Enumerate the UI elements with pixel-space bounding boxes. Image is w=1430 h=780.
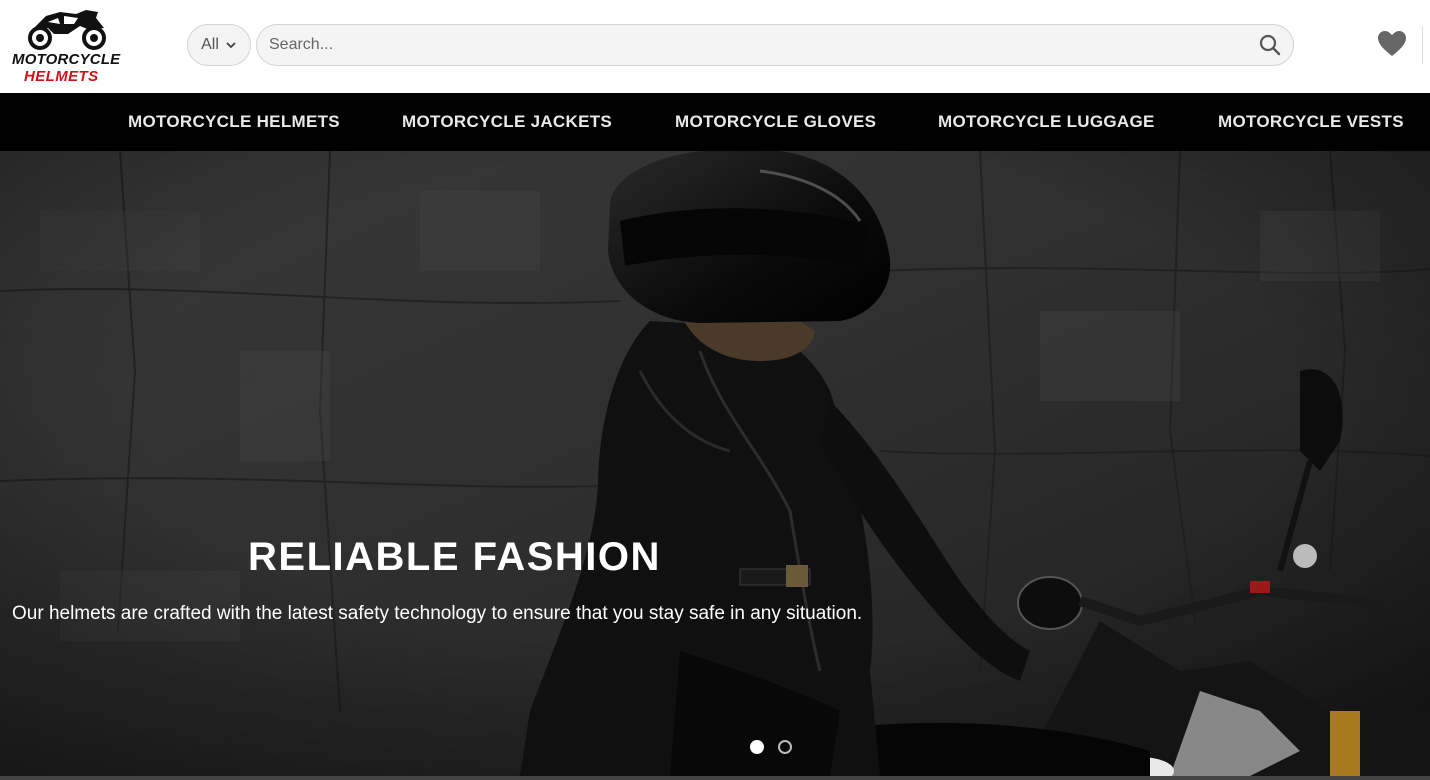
slide-dot-2[interactable] [778, 740, 792, 754]
logo-subtitle: HELMETS [24, 68, 99, 85]
search-icon[interactable] [1259, 34, 1281, 56]
main-nav: MOTORCYCLE HELMETS MOTORCYCLE JACKETS MO… [0, 93, 1430, 151]
heart-icon[interactable] [1378, 31, 1406, 57]
motorcycle-icon [28, 10, 106, 50]
nav-item-vests[interactable]: MOTORCYCLE VESTS [1218, 93, 1404, 151]
site-header: MOTORCYCLE HELMETS All [0, 0, 1430, 93]
nav-item-luggage[interactable]: MOTORCYCLE LUGGAGE [938, 93, 1155, 151]
search-bar [256, 24, 1294, 66]
nav-item-gloves[interactable]: MOTORCYCLE GLOVES [675, 93, 876, 151]
hero-image [0, 151, 1430, 776]
category-select[interactable]: All [187, 24, 251, 66]
nav-item-jackets[interactable]: MOTORCYCLE JACKETS [402, 93, 612, 151]
nav-item-helmets[interactable]: MOTORCYCLE HELMETS [128, 93, 340, 151]
category-select-label: All [201, 36, 219, 53]
hero-description: Our helmets are crafted with the latest … [12, 603, 863, 624]
slide-dot-1[interactable] [750, 740, 764, 754]
search-input[interactable] [269, 25, 1249, 65]
hero-title: RELIABLE FASHION [248, 535, 661, 579]
page-bottom-edge [0, 776, 1430, 780]
logo-title: MOTORCYCLE [12, 51, 121, 68]
chevron-down-icon [226, 42, 236, 49]
header-divider [1422, 26, 1423, 64]
hero-slider: RELIABLE FASHION Our helmets are crafted… [0, 151, 1430, 776]
site-logo[interactable]: MOTORCYCLE HELMETS [10, 4, 125, 88]
